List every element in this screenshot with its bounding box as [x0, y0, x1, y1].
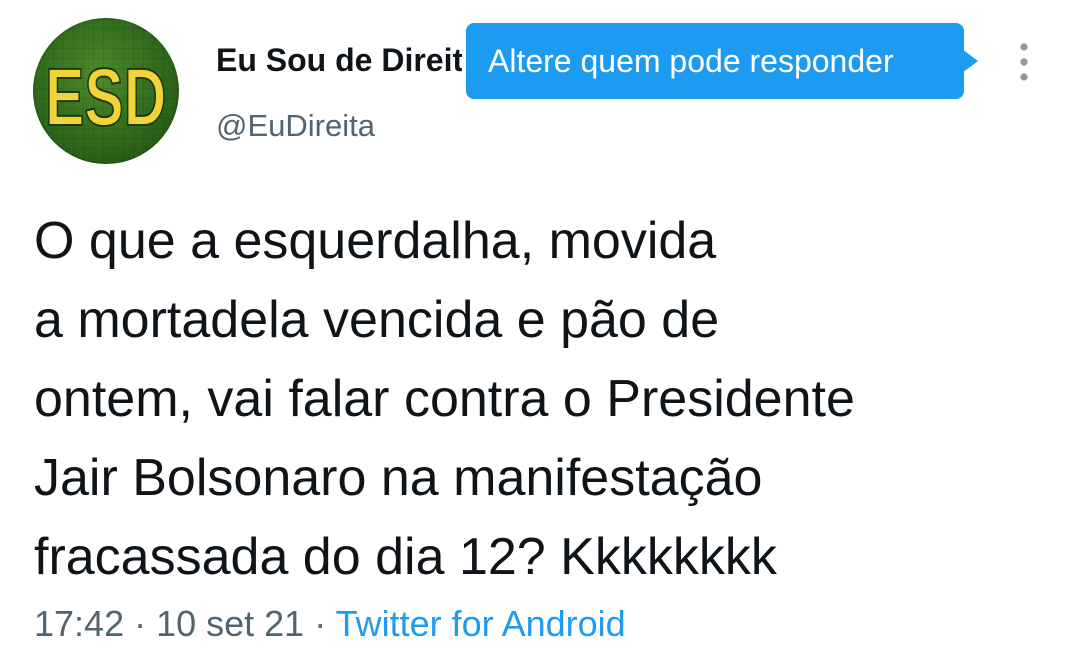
tweet-time[interactable]: 17:42: [34, 603, 124, 644]
meta-separator: ·: [304, 603, 336, 644]
meta-separator: ·: [124, 603, 157, 644]
tweet-source-link[interactable]: Twitter for Android: [336, 603, 626, 644]
tooltip-arrow: [962, 49, 978, 73]
more-vertical-icon: [1020, 43, 1028, 81]
svg-text:ESD: ESD: [45, 52, 166, 144]
author-handle[interactable]: @EuDireita: [216, 106, 375, 146]
more-options-button[interactable]: [1010, 40, 1038, 84]
tweet-date[interactable]: 10 set 21: [156, 603, 304, 644]
tweet-meta: 17:42 · 10 set 21 · Twitter for Android: [34, 602, 626, 646]
avatar[interactable]: ESD: [33, 18, 179, 164]
esd-logo: ESD: [33, 18, 179, 164]
tweet-text: O que a esquerdalha, movida a mortadela …: [34, 212, 855, 586]
author-display-name[interactable]: Eu Sou de Direita: [216, 40, 462, 80]
reply-settings-tooltip[interactable]: Altere quem pode responder: [466, 23, 964, 99]
